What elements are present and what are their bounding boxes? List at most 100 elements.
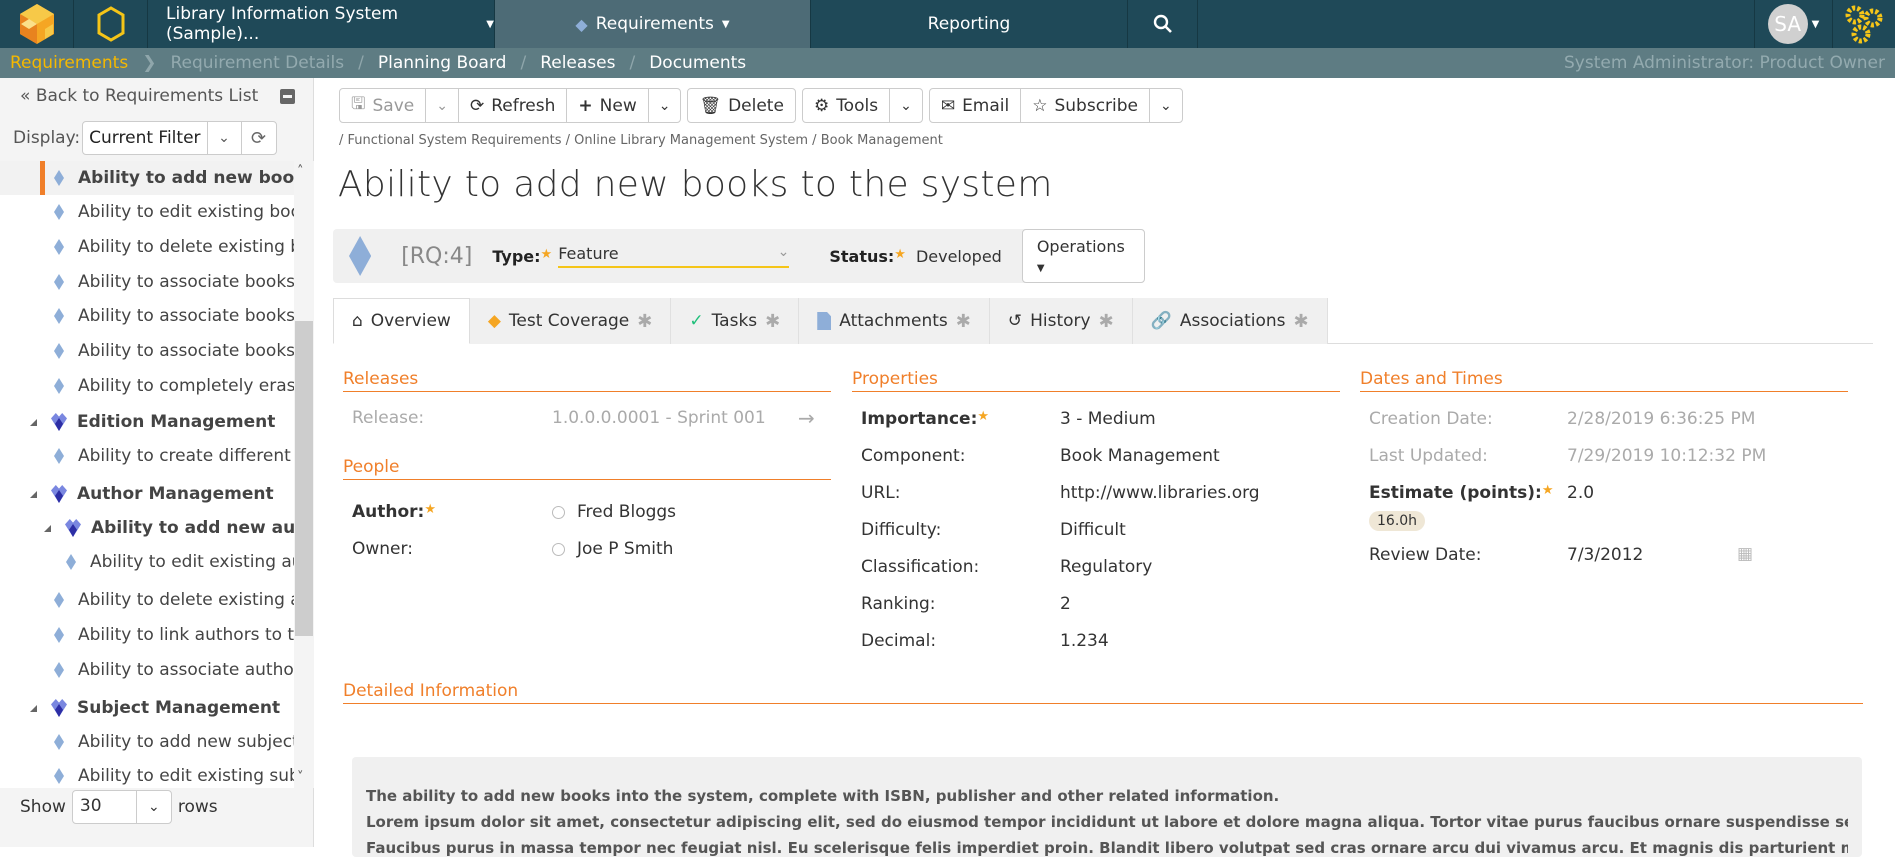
back-to-list-link[interactable]: « Back to Requirements List <box>20 86 258 106</box>
new-options-button[interactable]: ⌄ <box>649 89 681 122</box>
description-editor[interactable]: The ability to add new books into the sy… <box>352 757 1862 857</box>
tree-item[interactable]: Ability to associate books with editions <box>0 334 294 368</box>
email-options-button[interactable]: ⌄ <box>1150 89 1182 122</box>
crumb-requirement-details: Requirement Details <box>170 53 345 73</box>
crumb-releases[interactable]: Releases <box>540 53 615 73</box>
tree-folder[interactable]: Ability to add new authors <box>0 511 294 545</box>
tree-item[interactable]: Ability to associate authors with subjec… <box>0 653 294 687</box>
save-options-button[interactable]: ⌄ <box>426 89 459 122</box>
refresh-label: Refresh <box>491 95 556 116</box>
nav-requirements[interactable]: ◆ Requirements ▼ <box>495 0 811 48</box>
property-value[interactable]: 2 <box>1060 594 1071 614</box>
tree-item[interactable]: Ability to add new subjects <box>0 725 294 759</box>
requirement-diamond-icon <box>349 236 372 276</box>
tree-item[interactable]: Ability to add new books to the system <box>0 161 294 195</box>
tree-item[interactable]: Ability to delete existing authors <box>0 583 294 617</box>
checkmark-icon: ✓ <box>689 311 704 331</box>
requirement-diamond-icon <box>54 662 64 678</box>
type-label: Type:★ <box>492 246 553 266</box>
properties-heading: Properties <box>852 369 1340 392</box>
tree-item[interactable]: Ability to associate books with authors <box>0 265 294 299</box>
type-select[interactable]: Feature ⌄ <box>558 244 790 268</box>
tree-item[interactable]: Ability to completely erase books <box>0 369 294 403</box>
tree-item-label: Ability to associate books with editions <box>78 341 294 361</box>
tree-item[interactable]: Ability to create different editions <box>0 439 294 473</box>
tab-attachments[interactable]: Attachments ✱ <box>799 298 990 344</box>
arrow-right-icon[interactable]: → <box>798 406 815 430</box>
user-menu[interactable]: SA ▼ <box>1755 0 1833 48</box>
test-coverage-icon: ◆ <box>487 311 501 331</box>
release-value[interactable]: 1.0.0.0.0001 - Sprint 001 <box>552 408 766 428</box>
tree-item[interactable]: Ability to delete existing books <box>0 230 294 264</box>
tools-button[interactable]: ⚙ Tools <box>803 89 891 122</box>
tools-options-button[interactable]: ⌄ <box>890 89 922 122</box>
expand-triangle-icon[interactable] <box>30 418 37 426</box>
chevron-down-icon: ⌄ <box>777 244 790 260</box>
collapse-sidebar-button[interactable] <box>280 89 295 104</box>
tree-item[interactable]: Ability to edit existing books <box>0 195 294 229</box>
tab-tasks[interactable]: ✓ Tasks ✱ <box>671 298 800 344</box>
property-value[interactable]: Book Management <box>1060 446 1220 466</box>
save-label: Save <box>372 95 415 116</box>
calendar-icon[interactable]: ▦ <box>1737 544 1753 564</box>
folder-path[interactable]: / Functional System Requirements / Onlin… <box>339 133 943 148</box>
operations-button[interactable]: Operations ▼ <box>1021 229 1145 283</box>
tab-overview[interactable]: ⌂ Overview <box>333 298 470 344</box>
display-filter-select[interactable]: Current Filter ⌄ ⟳ <box>82 121 277 155</box>
expand-triangle-icon[interactable] <box>30 490 37 498</box>
subscribe-button[interactable]: ☆ Subscribe <box>1021 89 1151 122</box>
tree-item[interactable]: Ability to edit existing subjects <box>0 759 294 788</box>
tree-item-label: Ability to create different editions <box>78 446 294 466</box>
property-value[interactable]: http://www.libraries.org <box>1060 483 1260 503</box>
tab-history[interactable]: ↺ History ✱ <box>989 298 1133 344</box>
delete-group: 🗑 Delete <box>687 88 796 123</box>
tree-item[interactable]: Ability to edit existing authors <box>0 545 294 579</box>
property-value[interactable]: Difficult <box>1060 520 1126 540</box>
expand-triangle-icon[interactable] <box>44 524 51 532</box>
tools-label: Tools <box>836 95 879 116</box>
page-title[interactable]: Ability to add new books to the system <box>338 164 1053 205</box>
tree-folder[interactable]: Edition Management <box>0 405 294 439</box>
owner-label: Owner: <box>352 539 413 559</box>
requirement-diamond-icon <box>54 170 64 186</box>
tab-associations[interactable]: 🔗 Associations ✱ <box>1132 298 1328 344</box>
property-value[interactable]: 1.234 <box>1060 631 1109 651</box>
app-logo[interactable] <box>0 0 74 48</box>
owner-value[interactable]: Joe P Smith <box>552 539 673 559</box>
asterisk-icon: ✱ <box>637 310 653 332</box>
estimate-value[interactable]: 2.0 <box>1567 483 1594 503</box>
chevron-down-icon[interactable]: ⌄ <box>208 122 242 154</box>
product-switcher[interactable] <box>74 0 148 48</box>
tree-folder[interactable]: Subject Management <box>0 691 294 725</box>
property-value[interactable]: 3 - Medium <box>1060 409 1156 429</box>
crumb-requirements[interactable]: Requirements <box>10 53 128 73</box>
save-button[interactable]: 🖫 Save <box>340 89 427 122</box>
expand-triangle-icon[interactable] <box>30 704 37 712</box>
delete-button[interactable]: 🗑 Delete <box>688 89 794 122</box>
document-icon <box>817 312 832 330</box>
admin-settings-button[interactable] <box>1833 0 1895 48</box>
review-date-value[interactable]: 7/3/2012 <box>1567 545 1643 565</box>
tree-folder[interactable]: Author Management <box>0 477 294 511</box>
crumb-planning-board[interactable]: Planning Board <box>378 53 507 73</box>
property-value[interactable]: Regulatory <box>1060 557 1152 577</box>
requirement-diamond-icon <box>54 448 64 464</box>
scroll-down-icon[interactable]: ˅ <box>297 770 304 785</box>
project-selector[interactable]: Library Information System (Sample)... ▼ <box>148 0 495 48</box>
tree-item[interactable]: Ability to associate books with subjects <box>0 299 294 333</box>
rows-select[interactable]: 30 ⌄ <box>71 790 172 824</box>
scroll-up-icon[interactable]: ˄ <box>297 164 304 179</box>
search-button[interactable] <box>1128 0 1198 48</box>
description-paragraph: The ability to add new books into the sy… <box>366 787 1280 805</box>
author-value[interactable]: Fred Bloggs <box>552 502 676 522</box>
crumb-documents[interactable]: Documents <box>649 53 746 73</box>
new-button[interactable]: + New <box>567 89 649 122</box>
refresh-button[interactable]: ⟳ Refresh <box>459 89 568 122</box>
email-button[interactable]: ✉ Email <box>930 89 1022 122</box>
spira-logo-icon <box>19 4 54 44</box>
tab-test-coverage[interactable]: ◆ Test Coverage ✱ <box>469 298 672 344</box>
refresh-icon[interactable]: ⟳ <box>242 122 276 154</box>
tree-scrollbar-thumb[interactable] <box>295 321 313 636</box>
nav-reporting[interactable]: Reporting <box>811 0 1128 48</box>
tree-item[interactable]: Ability to link authors to their books <box>0 618 294 652</box>
